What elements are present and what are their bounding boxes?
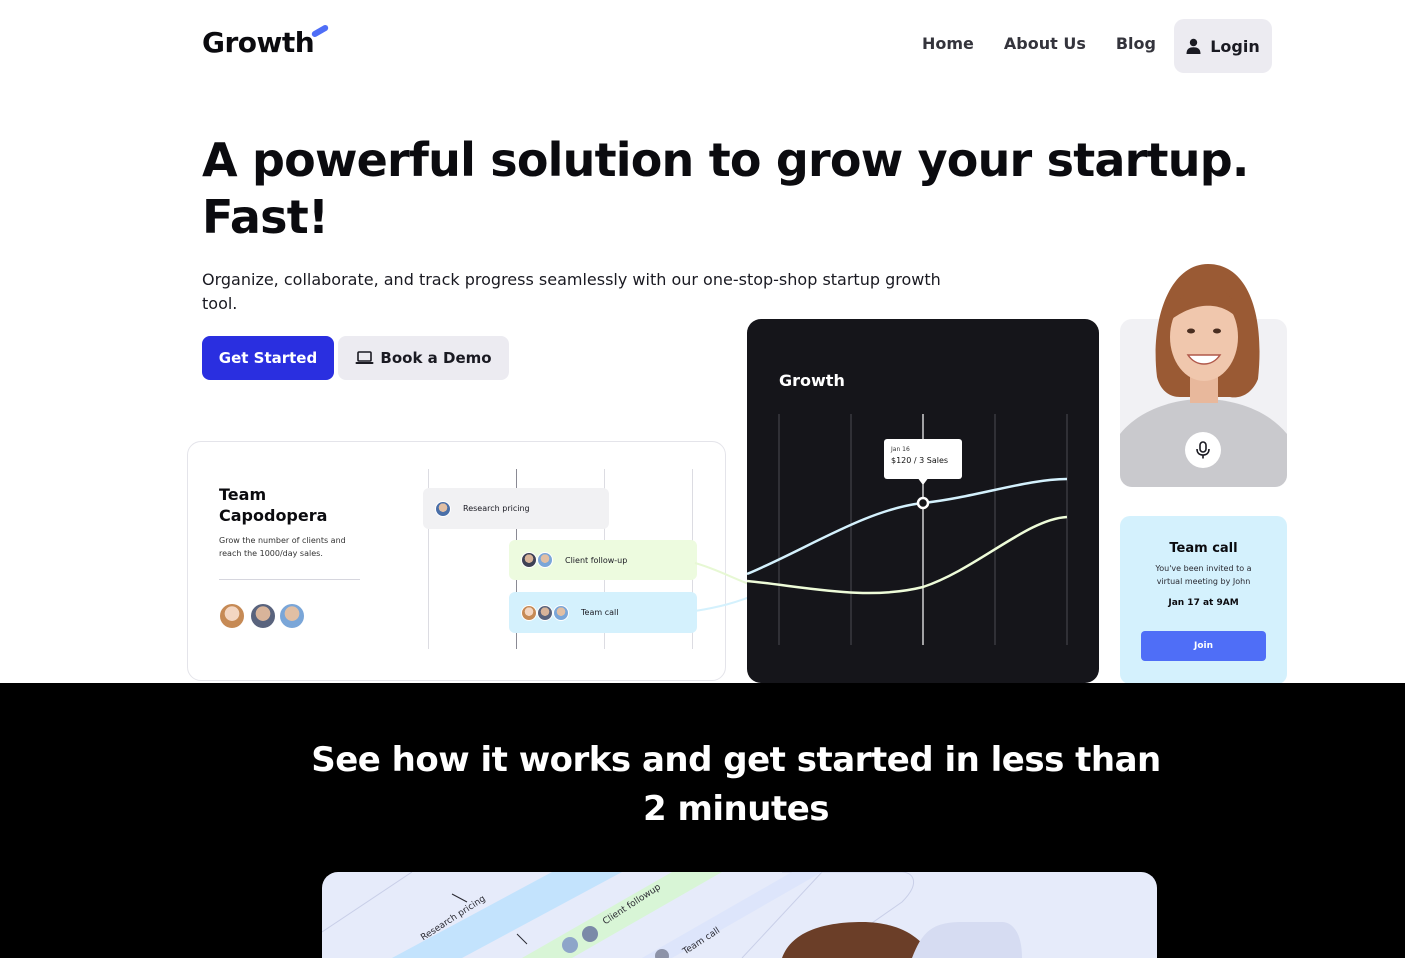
nav-link-about-us[interactable]: About Us: [1004, 34, 1086, 53]
task-label: Research pricing: [463, 504, 530, 513]
team-card: Team Capodopera Grow the number of clien…: [187, 441, 726, 681]
main-nav: Home About Us Blog: [922, 34, 1156, 53]
join-button[interactable]: Join: [1141, 631, 1266, 661]
book-demo-button[interactable]: Book a Demo: [338, 336, 509, 380]
task-label: Client follow-up: [565, 555, 628, 565]
login-button[interactable]: Login: [1174, 19, 1272, 73]
task-client-follow-up[interactable]: Client follow-up: [509, 540, 697, 580]
growth-chart-card: Growth Jan 16 $120 / 3 Sales: [747, 319, 1099, 683]
growth-chart: [747, 414, 1068, 645]
get-started-button[interactable]: Get Started: [202, 336, 334, 380]
microphone-button[interactable]: [1185, 432, 1221, 468]
task-avatar: [521, 552, 537, 568]
tooltip-date: Jan 16: [891, 446, 910, 453]
hero-subtitle: Organize, collaborate, and track progres…: [202, 270, 941, 313]
team-avatar-1: [218, 602, 246, 630]
team-divider: [219, 579, 360, 580]
user-icon: [1186, 38, 1201, 54]
product-preview: Research pricing Client followup Team ca…: [322, 872, 1157, 958]
task-avatar: [537, 552, 553, 568]
team-call-card: Team call You've been invited to a virtu…: [1120, 516, 1287, 684]
task-avatar: [435, 500, 451, 517]
laptop-icon: [355, 351, 374, 364]
how-it-works-title: See how it works and get started in less…: [311, 740, 1161, 829]
book-demo-label: Book a Demo: [380, 349, 492, 367]
task-research-pricing[interactable]: Research pricing: [423, 488, 609, 529]
task-team-call[interactable]: Team call: [509, 592, 697, 633]
task-avatar: [521, 604, 537, 621]
team-description: Grow the number of clients and reach the…: [219, 536, 346, 558]
team-avatar-3: [278, 602, 306, 630]
hero-title: A powerful solution to grow your startup…: [202, 132, 1252, 246]
hero-title-line1: A powerful solution to grow your startup…: [202, 133, 1249, 187]
tooltip-value: $120 / 3 Sales: [891, 456, 949, 465]
call-title: Team call: [1169, 541, 1238, 556]
nav-link-home[interactable]: Home: [922, 34, 974, 53]
task-avatar: [553, 604, 569, 621]
chart-tooltip: Jan 16 $120 / 3 Sales: [884, 439, 962, 479]
microphone-icon: [1196, 441, 1210, 459]
call-invitation-text: You've been invited to a virtual meeting…: [1155, 564, 1252, 586]
nav-link-blog[interactable]: Blog: [1116, 34, 1156, 53]
team-name: Team Capodopera: [219, 485, 328, 525]
brand-logo[interactable]: Growth: [202, 26, 315, 59]
call-time: Jan 17 at 9AM: [1168, 598, 1239, 608]
team-avatar-2: [249, 602, 277, 630]
task-avatar: [537, 604, 553, 621]
hero-title-line2: Fast!: [202, 190, 329, 244]
login-label: Login: [1210, 36, 1260, 56]
task-label: Team call: [581, 608, 619, 617]
